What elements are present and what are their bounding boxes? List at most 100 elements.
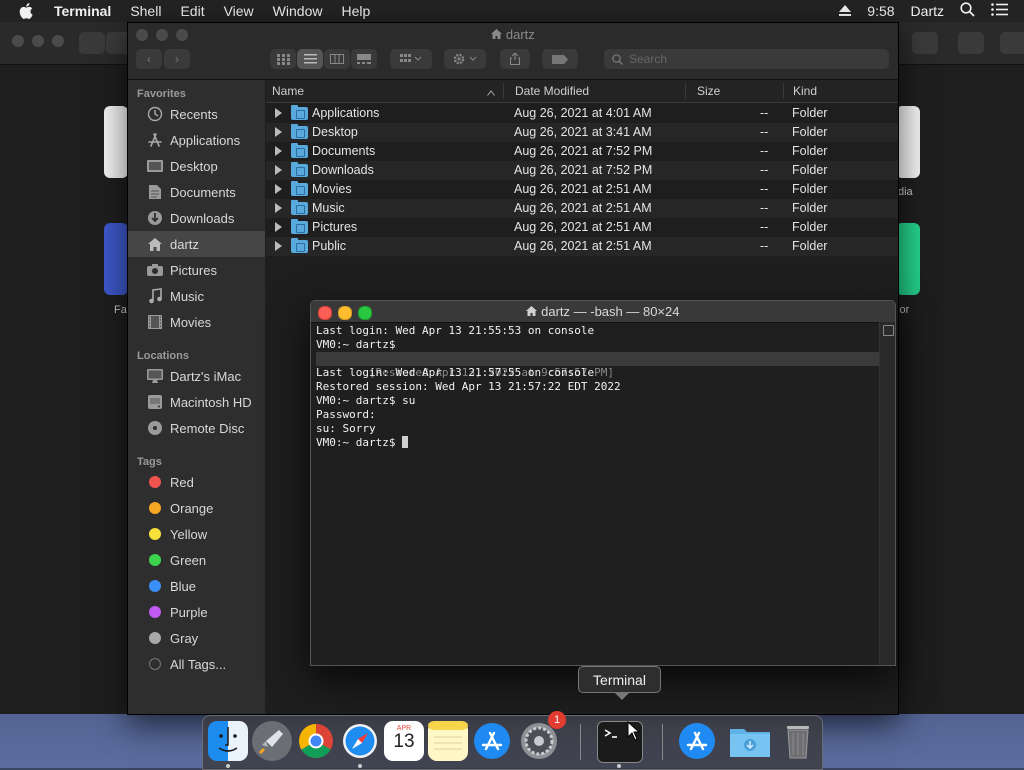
menu-shell[interactable]: Shell: [130, 3, 161, 19]
app-tile[interactable]: [896, 223, 920, 295]
new-tab-button[interactable]: [1000, 32, 1024, 54]
hard-drive-icon: [145, 393, 165, 411]
sidebar-item-dartz[interactable]: dartz: [128, 231, 265, 257]
running-indicator: [617, 764, 621, 768]
split-pane-icon[interactable]: [883, 325, 894, 336]
finder-back-button[interactable]: ‹: [136, 49, 162, 69]
file-row-applications[interactable]: Applications Aug 26, 2021 at 4:01 AM -- Fol…: [266, 104, 898, 123]
sidebar-item-pictures[interactable]: Pictures: [128, 257, 265, 283]
disclosure-triangle-icon[interactable]: [275, 241, 282, 251]
trash-dock-icon[interactable]: [778, 721, 818, 761]
sidebar-tag-yellow[interactable]: Yellow: [128, 521, 265, 547]
terminal-scrollbar[interactable]: [879, 322, 895, 665]
sidebar-tag-orange[interactable]: Orange: [128, 495, 265, 521]
list-view-button[interactable]: [297, 49, 323, 69]
app-menu-terminal[interactable]: Terminal: [54, 3, 111, 19]
camera-icon: [145, 261, 165, 279]
file-row-downloads[interactable]: Downloads Aug 26, 2021 at 7:52 PM -- Folder: [266, 161, 898, 180]
sidebar-item-music[interactable]: Music: [128, 283, 265, 309]
dock-separator: [580, 724, 581, 760]
calendar-day: 13: [393, 731, 415, 752]
disclosure-triangle-icon[interactable]: [275, 222, 282, 232]
sidebar-tag-purple[interactable]: Purple: [128, 599, 265, 625]
sidebar-item-label: Red: [170, 474, 194, 490]
notes-dock-icon[interactable]: [428, 721, 468, 761]
window-zoom-button[interactable]: [52, 35, 64, 47]
notification-center-icon[interactable]: [991, 3, 1008, 19]
sidebar-tag-red[interactable]: Red: [128, 469, 265, 495]
sidebar-item-documents[interactable]: Documents: [128, 179, 265, 205]
app-store-dock-icon[interactable]: [472, 721, 512, 761]
sidebar-item-label: Downloads: [170, 210, 235, 226]
terminal-text-area[interactable]: Last login: Wed Apr 13 21:55:53 on conso…: [316, 324, 884, 450]
sidebar-item-downloads[interactable]: Downloads: [128, 205, 265, 231]
gallery-view-button[interactable]: [351, 49, 377, 69]
sort-ascending-icon[interactable]: [487, 85, 495, 99]
edit-tags-button[interactable]: [542, 49, 578, 69]
action-gear-button[interactable]: [444, 49, 486, 69]
sidebar-item-dartz-s-imac[interactable]: Dartz's iMac: [128, 363, 265, 389]
downloads-folder-dock-icon[interactable]: [728, 721, 770, 761]
disclosure-triangle-icon[interactable]: [275, 108, 282, 118]
file-kind: Folder: [792, 201, 828, 215]
column-header-name[interactable]: Name: [272, 84, 304, 98]
file-row-desktop[interactable]: Desktop Aug 26, 2021 at 3:41 AM -- Folder: [266, 123, 898, 142]
disclosure-triangle-icon[interactable]: [275, 127, 282, 137]
app-tile[interactable]: [104, 106, 128, 178]
terminal-titlebar[interactable]: dartz — -bash — 80×24: [311, 301, 895, 323]
menu-window[interactable]: Window: [273, 3, 323, 19]
sidebar-item-desktop[interactable]: Desktop: [128, 153, 265, 179]
icon-view-button[interactable]: [270, 49, 296, 69]
back-button[interactable]: [79, 32, 105, 54]
sidebar-item-macintosh-hd[interactable]: Macintosh HD: [128, 389, 265, 415]
app-tile[interactable]: [104, 223, 128, 295]
terminal-line: Restored session: Wed Apr 13 21:57:22 ED…: [316, 380, 621, 393]
sidebar-item-movies[interactable]: Movies: [128, 309, 265, 335]
file-row-pictures[interactable]: Pictures Aug 26, 2021 at 2:51 AM -- Folder: [266, 218, 898, 237]
share-button[interactable]: [912, 32, 938, 54]
calendar-dock-icon[interactable]: APR 13: [384, 721, 424, 761]
column-header-size[interactable]: Size: [697, 84, 720, 98]
sidebar-item-remote-disc[interactable]: Remote Disc: [128, 415, 265, 441]
chrome-dock-icon[interactable]: [296, 721, 336, 761]
app-tile[interactable]: [896, 106, 920, 178]
column-view-button[interactable]: [324, 49, 350, 69]
finder-dock-icon[interactable]: [208, 721, 248, 761]
file-row-documents[interactable]: Documents Aug 26, 2021 at 7:52 PM -- Folder: [266, 142, 898, 161]
launchpad-dock-icon[interactable]: [252, 721, 292, 761]
menu-view[interactable]: View: [224, 3, 254, 19]
finder-search-field[interactable]: Search: [604, 49, 889, 69]
safari-dock-icon[interactable]: [340, 721, 380, 761]
menu-edit[interactable]: Edit: [180, 3, 204, 19]
sidebar-tag-green[interactable]: Green: [128, 547, 265, 573]
spotlight-search-icon[interactable]: [960, 2, 975, 20]
menubar-clock[interactable]: 9:58: [867, 3, 894, 19]
eject-icon[interactable]: [839, 3, 852, 19]
file-row-public[interactable]: Public Aug 26, 2021 at 2:51 AM -- Folder: [266, 237, 898, 256]
column-header-date-modified[interactable]: Date Modified: [515, 84, 589, 98]
file-name: Public: [312, 239, 347, 253]
sidebar-tag-blue[interactable]: Blue: [128, 573, 265, 599]
disclosure-triangle-icon[interactable]: [275, 146, 282, 156]
apple-menu-icon[interactable]: [19, 2, 37, 20]
window-close-button[interactable]: [12, 35, 24, 47]
column-header-kind[interactable]: Kind: [793, 84, 817, 98]
disclosure-triangle-icon[interactable]: [275, 184, 282, 194]
app-store-download-dock-icon[interactable]: [677, 721, 717, 761]
sidebar-tag-gray[interactable]: Gray: [128, 625, 265, 651]
menubar-user[interactable]: Dartz: [911, 3, 944, 19]
file-row-music[interactable]: Music Aug 26, 2021 at 2:51 AM -- Folder: [266, 199, 898, 218]
folder-icon: [291, 200, 308, 215]
file-row-movies[interactable]: Movies Aug 26, 2021 at 2:51 AM -- Folder: [266, 180, 898, 199]
sidebar-item-recents[interactable]: Recents: [128, 101, 265, 127]
share-button[interactable]: [500, 49, 530, 69]
finder-forward-button[interactable]: ›: [164, 49, 190, 69]
disclosure-triangle-icon[interactable]: [275, 203, 282, 213]
disclosure-triangle-icon[interactable]: [275, 165, 282, 175]
sidebar-tag-all-tags[interactable]: All Tags...: [128, 651, 265, 677]
group-by-button[interactable]: [390, 49, 432, 69]
tabs-button[interactable]: [958, 32, 984, 54]
menu-help[interactable]: Help: [341, 3, 370, 19]
window-minimize-button[interactable]: [32, 35, 44, 47]
sidebar-item-applications[interactable]: Applications: [128, 127, 265, 153]
